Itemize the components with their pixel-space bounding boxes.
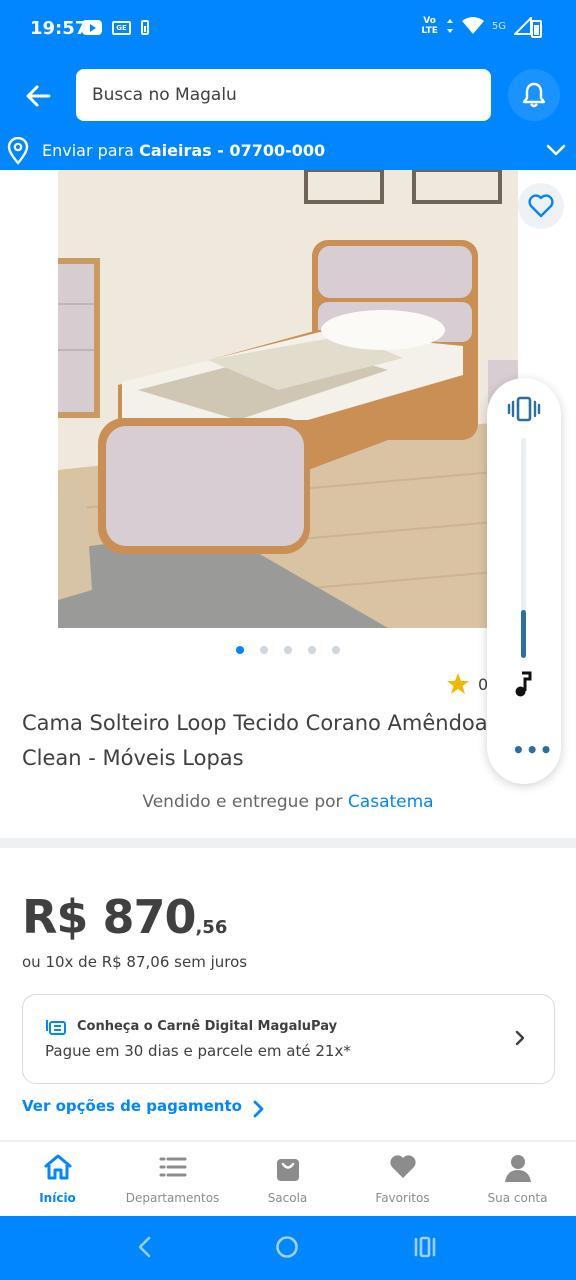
location-pin-icon <box>7 137 29 165</box>
pagination-dot[interactable] <box>236 646 244 654</box>
volume-panel[interactable]: ••• <box>487 378 561 784</box>
favorite-button[interactable] <box>518 183 564 229</box>
image-pagination-dots <box>236 646 340 654</box>
chevron-right-icon[interactable] <box>252 1099 266 1119</box>
delivery-location: Caieiras - 07700-000 <box>139 141 326 160</box>
carne-title: Conheça o Carnê Digital MagaluPay <box>77 1019 338 1034</box>
pagination-dot[interactable] <box>260 646 268 654</box>
header: 19:57 GE Vo LTE 5G Busca no Magalu Envia… <box>0 0 576 170</box>
nav-label: Departamentos <box>125 1191 220 1205</box>
payment-options-link[interactable]: Ver opções de pagamento <box>22 1097 242 1115</box>
delivery-prefix: Enviar para <box>42 141 134 160</box>
nav-item-inicio[interactable]: Início <box>0 1142 115 1216</box>
notifications-button[interactable] <box>508 69 560 121</box>
network-type-label: 5G <box>491 20 506 32</box>
search-box[interactable] <box>76 69 491 121</box>
back-arrow-icon[interactable] <box>22 80 54 112</box>
carne-icon <box>46 1020 66 1035</box>
data-arrows-icon <box>446 19 453 33</box>
chevron-down-icon[interactable] <box>545 142 567 158</box>
volume-slider[interactable] <box>521 438 526 658</box>
nav-item-favoritos[interactable]: Favoritos <box>345 1142 460 1216</box>
more-options-icon[interactable]: ••• <box>512 738 553 762</box>
android-back-icon[interactable] <box>134 1234 156 1260</box>
section-divider <box>0 838 576 848</box>
bag-icon <box>277 1159 299 1181</box>
youtube-notification-icon <box>82 20 102 35</box>
wifi-icon <box>461 17 484 34</box>
pagination-dot[interactable] <box>284 646 292 654</box>
nav-label: Sua conta <box>487 1191 548 1205</box>
price-cents: ,56 <box>195 917 228 938</box>
battery-saver-icon <box>141 20 149 35</box>
pagination-dot[interactable] <box>308 646 316 654</box>
seller-prefix: Vendido e entregue por <box>142 792 343 812</box>
status-right-icons: Vo LTE 5G <box>421 16 532 36</box>
price: R$ 870,56 <box>22 890 227 944</box>
heart-icon <box>390 1155 416 1178</box>
nav-item-sua-conta[interactable]: Sua conta <box>460 1142 575 1216</box>
signal-icon <box>514 17 532 35</box>
bed-illustration <box>58 170 518 628</box>
nav-label: Sacola <box>267 1191 308 1205</box>
user-icon <box>505 1155 531 1182</box>
android-nav-bar <box>0 1216 576 1280</box>
star-icon <box>447 673 469 694</box>
home-icon <box>44 1154 72 1180</box>
product-title: Cama Solteiro Loop Tecido Corano Amêndoa… <box>22 711 488 770</box>
search-input[interactable] <box>76 69 491 121</box>
nav-label: Início <box>39 1191 76 1205</box>
chevron-right-icon <box>515 1030 525 1046</box>
delivery-address-bar[interactable]: Enviar para Caieiras - 07700-000 <box>0 132 576 170</box>
android-home-icon[interactable] <box>274 1234 300 1260</box>
notification-box-icon: GE <box>112 20 131 35</box>
nav-item-sacola[interactable]: Sacola <box>230 1142 345 1216</box>
status-bar: 19:57 GE Vo LTE 5G <box>0 0 576 58</box>
delivery-text: Enviar para Caieiras - 07700-000 <box>42 141 325 160</box>
bell-icon <box>522 82 546 108</box>
volte-icon: Vo LTE <box>421 16 438 36</box>
seller-link[interactable]: Casatema <box>348 792 434 812</box>
music-note-icon <box>515 671 532 697</box>
vibrate-icon[interactable] <box>507 396 541 422</box>
menu-list-icon <box>159 1157 187 1177</box>
installments-text: ou 10x de R$ 87,06 sem juros <box>22 953 248 971</box>
nav-label: Favoritos <box>375 1191 430 1205</box>
pagination-dot[interactable] <box>332 646 340 654</box>
heart-outline-icon <box>528 194 554 218</box>
status-time: 19:57 <box>30 18 88 39</box>
status-left-icons: GE <box>82 20 149 35</box>
price-main: R$ 870 <box>22 890 196 944</box>
carne-subtitle: Pague em 30 dias e parcele em até 21x* <box>45 1042 351 1060</box>
seller-info: Vendido e entregue por Casatema <box>0 792 576 812</box>
bottom-nav: Início Departamentos Sacola Favoritos Su… <box>0 1142 576 1216</box>
volume-slider-fill <box>521 609 526 658</box>
android-recents-icon[interactable] <box>412 1234 438 1260</box>
carne-digital-card[interactable]: Conheça o Carnê Digital MagaluPay Pague … <box>22 994 555 1084</box>
product-image[interactable] <box>58 170 518 628</box>
app-root: 19:57 GE Vo LTE 5G Busca no Magalu Envia… <box>0 0 576 1280</box>
nav-item-departamentos[interactable]: Departamentos <box>115 1142 230 1216</box>
battery-icon <box>531 20 542 38</box>
